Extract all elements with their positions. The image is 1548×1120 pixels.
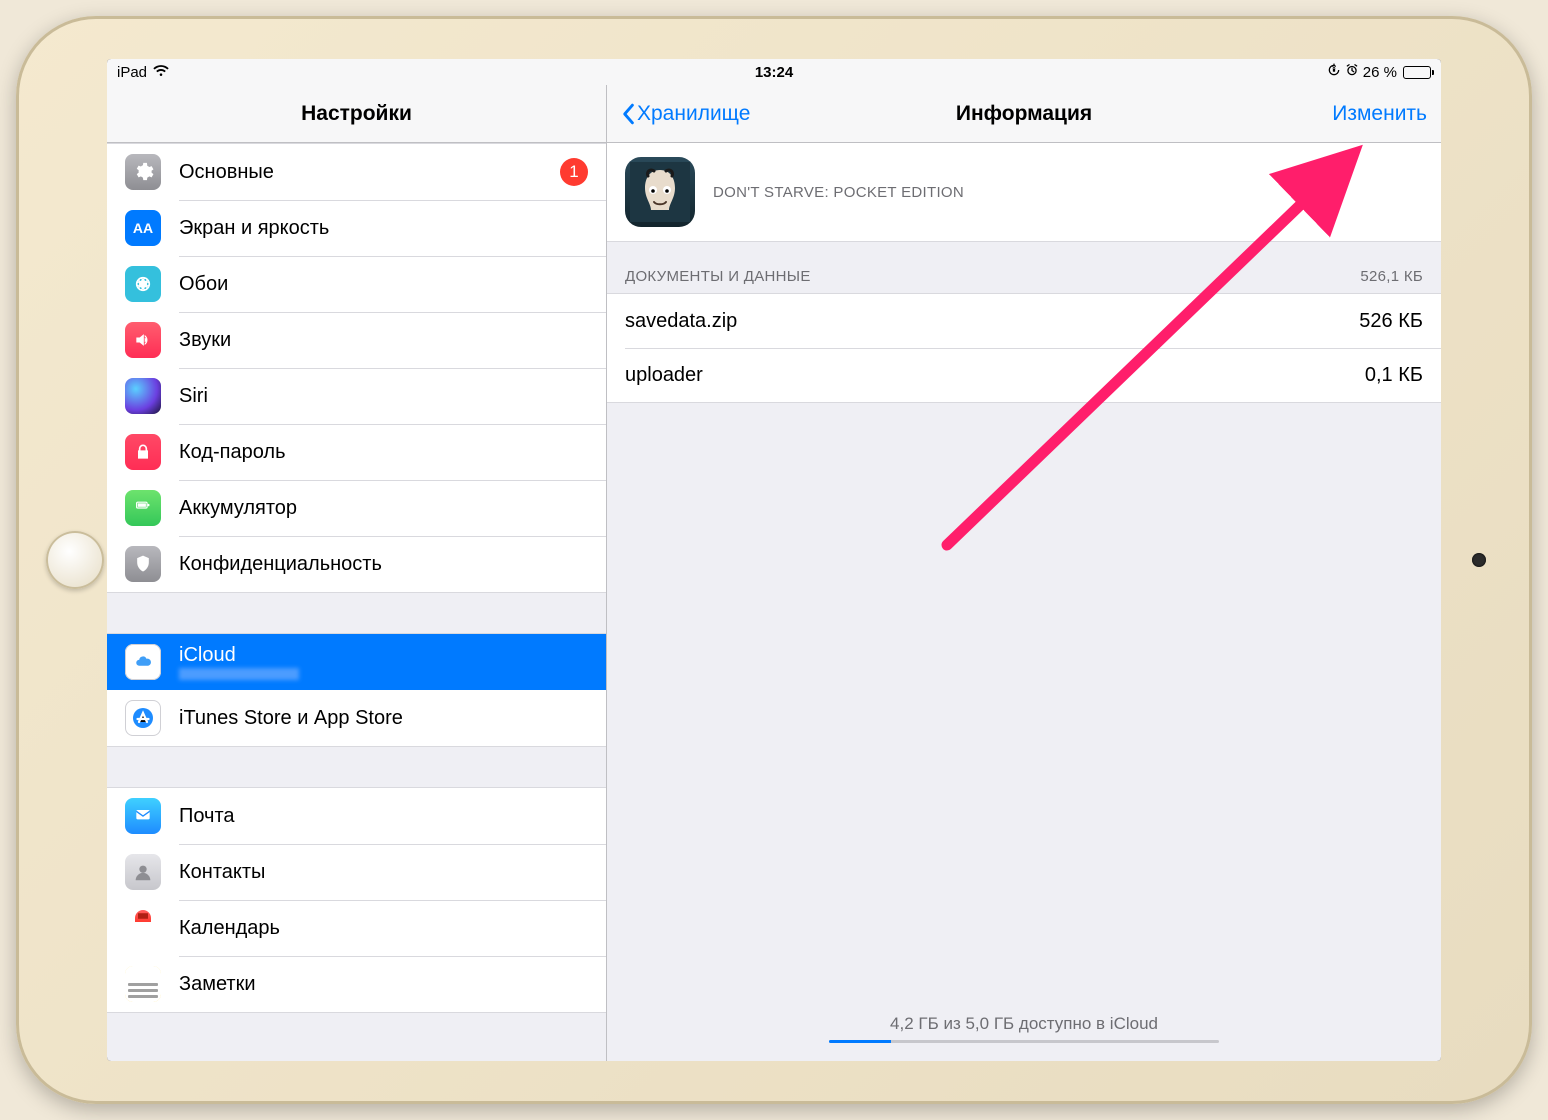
app-info-block: DON'T STARVE: POCKET EDITION <box>607 143 1441 242</box>
icloud-icon <box>125 644 161 680</box>
sidebar-item-notes[interactable]: Заметки <box>107 956 606 1012</box>
sidebar-item-itunes[interactable]: iTunes Store и App Store <box>107 690 606 746</box>
sidebar-title: Настройки <box>107 85 606 143</box>
detail-header: Хранилище Информация Изменить <box>607 85 1441 143</box>
page-title: Информация <box>956 102 1092 126</box>
sidebar-item-label: Основные <box>179 161 560 183</box>
settings-sidebar: Настройки Основные 1 AA Экр <box>107 85 607 1061</box>
wifi-icon <box>153 64 169 81</box>
sidebar-item-label: Контакты <box>179 861 588 883</box>
rotation-lock-icon <box>1327 63 1341 81</box>
sidebar-item-label: Экран и яркость <box>179 217 588 239</box>
status-bar: iPad 13:24 26 % <box>107 59 1441 85</box>
sidebar-item-label: iCloud <box>179 644 588 680</box>
screen: iPad 13:24 26 % Настройки <box>107 59 1441 1061</box>
app-icon <box>625 157 695 227</box>
calendar-icon <box>125 910 161 946</box>
file-name: uploader <box>625 364 703 387</box>
sidebar-group-apps: Почта Контакты <box>107 787 606 1013</box>
chevron-left-icon <box>621 103 635 125</box>
file-size: 0,1 КБ <box>1365 364 1423 387</box>
alarm-icon <box>1345 63 1359 81</box>
wallpaper-icon <box>125 266 161 302</box>
mail-icon <box>125 798 161 834</box>
file-row[interactable]: savedata.zip 526 КБ <box>607 294 1441 348</box>
device-label: iPad <box>117 64 147 81</box>
section-header-label: ДОКУМЕНТЫ И ДАННЫЕ <box>625 268 811 285</box>
front-camera <box>1472 553 1486 567</box>
notes-icon <box>125 966 161 1002</box>
sidebar-item-mail[interactable]: Почта <box>107 788 606 844</box>
sidebar-item-calendar[interactable]: Календарь <box>107 900 606 956</box>
sidebar-item-general[interactable]: Основные 1 <box>107 144 606 200</box>
home-button[interactable] <box>46 531 104 589</box>
sidebar-item-passcode[interactable]: Код-пароль <box>107 424 606 480</box>
display-icon: AA <box>125 210 161 246</box>
sidebar-item-contacts[interactable]: Контакты <box>107 844 606 900</box>
back-button[interactable]: Хранилище <box>621 102 750 126</box>
detail-pane: Хранилище Информация Изменить <box>607 85 1441 1061</box>
battery-percent: 26 % <box>1363 64 1397 81</box>
storage-footer: 4,2 ГБ из 5,0 ГБ доступно в iCloud <box>607 1014 1441 1043</box>
battery-settings-icon <box>125 490 161 526</box>
back-label: Хранилище <box>637 102 750 126</box>
section-header-size: 526,1 КБ <box>1360 268 1423 285</box>
sidebar-item-label: iTunes Store и App Store <box>179 707 588 729</box>
sidebar-item-wallpaper[interactable]: Обои <box>107 256 606 312</box>
file-row[interactable]: uploader 0,1 КБ <box>607 348 1441 402</box>
appstore-icon <box>125 700 161 736</box>
sidebar-item-privacy[interactable]: Конфиденциальность <box>107 536 606 592</box>
sidebar-item-sounds[interactable]: Звуки <box>107 312 606 368</box>
sidebar-item-battery[interactable]: Аккумулятор <box>107 480 606 536</box>
sidebar-item-label: Siri <box>179 385 588 407</box>
sidebar-item-siri[interactable]: Siri <box>107 368 606 424</box>
lock-icon <box>125 434 161 470</box>
contacts-icon <box>125 854 161 890</box>
sidebar-group-device: Основные 1 AA Экран и яркость Обои <box>107 143 606 593</box>
sidebar-item-label: Обои <box>179 273 588 295</box>
siri-icon <box>125 378 161 414</box>
sidebar-item-label: Заметки <box>179 973 588 995</box>
sidebar-item-label: Конфиденциальность <box>179 553 588 575</box>
privacy-icon <box>125 546 161 582</box>
sidebar-item-label: Звуки <box>179 329 588 351</box>
file-list: savedata.zip 526 КБ uploader 0,1 КБ <box>607 293 1441 403</box>
gear-icon <box>125 154 161 190</box>
sidebar-item-label: Код-пароль <box>179 441 588 463</box>
file-size: 526 КБ <box>1359 310 1423 333</box>
sidebar-item-icloud[interactable]: iCloud <box>107 634 606 690</box>
ipad-frame: iPad 13:24 26 % Настройки <box>16 16 1532 1104</box>
battery-icon <box>1403 66 1431 79</box>
app-name-label: DON'T STARVE: POCKET EDITION <box>713 184 964 201</box>
sounds-icon <box>125 322 161 358</box>
storage-bar <box>829 1040 1219 1043</box>
sidebar-group-accounts: iCloud iTunes Store и App Store <box>107 633 606 747</box>
sidebar-item-label: Аккумулятор <box>179 497 588 519</box>
sidebar-item-display[interactable]: AA Экран и яркость <box>107 200 606 256</box>
sidebar-item-label: Календарь <box>179 917 588 939</box>
section-header-documents: ДОКУМЕНТЫ И ДАННЫЕ 526,1 КБ <box>607 242 1441 293</box>
file-name: savedata.zip <box>625 310 737 333</box>
notification-badge: 1 <box>560 158 588 186</box>
sidebar-item-label: Почта <box>179 805 588 827</box>
storage-footer-label: 4,2 ГБ из 5,0 ГБ доступно в iCloud <box>890 1014 1158 1034</box>
edit-button[interactable]: Изменить <box>1332 102 1427 126</box>
clock: 13:24 <box>755 64 793 81</box>
